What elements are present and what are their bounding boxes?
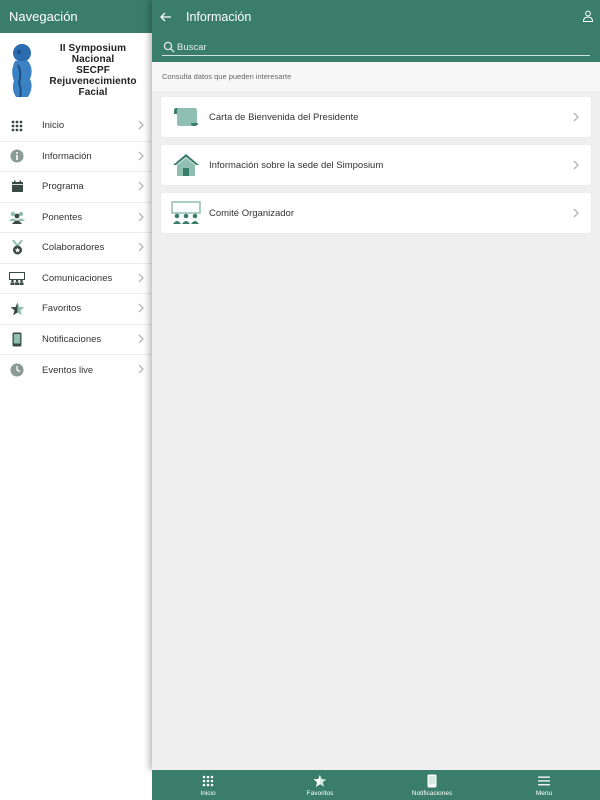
bottom-nav-label: Favoritos xyxy=(306,789,334,797)
hamburger-icon xyxy=(537,774,551,788)
star-icon xyxy=(313,774,327,788)
grid-icon xyxy=(9,118,25,134)
star-icon xyxy=(9,301,25,317)
user-icon[interactable] xyxy=(582,10,594,22)
bottom-nav-favoritos[interactable]: Favoritos xyxy=(264,770,376,800)
presentation-icon xyxy=(9,270,25,286)
chevron-right-icon xyxy=(138,242,144,252)
sidebar-item-label: Notificaciones xyxy=(42,333,102,345)
sidebar-item-label: Programa xyxy=(42,181,84,193)
chevron-right-icon xyxy=(573,208,579,218)
sidebar-item-colaboradores[interactable]: Colaboradores xyxy=(0,233,152,264)
logo-line-1: II Symposium Nacional xyxy=(59,43,127,65)
card-comite-organizador[interactable]: Comité Organizador xyxy=(161,193,591,233)
chevron-right-icon xyxy=(573,160,579,170)
chevron-right-icon xyxy=(138,151,144,160)
chevron-right-icon xyxy=(138,181,144,191)
search-icon xyxy=(163,41,175,53)
chevron-right-icon xyxy=(138,334,144,343)
sidebar-item-ponentes[interactable]: Ponentes xyxy=(0,203,152,233)
chevron-right-icon xyxy=(138,212,144,221)
sidebar-item-comunicaciones[interactable]: Comunicaciones xyxy=(0,264,152,294)
search-bar xyxy=(162,39,590,56)
chevron-right-icon xyxy=(138,273,144,282)
sidebar-item-label: Ponentes xyxy=(42,211,83,223)
sidebar: Navegación II Symposium Nacional SECPF R… xyxy=(0,0,152,800)
bottom-nav-notificaciones[interactable]: Notificaciones xyxy=(376,770,488,800)
bottom-nav-menu[interactable]: Menu xyxy=(488,770,600,800)
info-card-list: Carta de Bienvenida del Presidente Infor… xyxy=(152,91,600,233)
chevron-right-icon xyxy=(138,303,144,313)
symposium-logo: II Symposium Nacional SECPF Rejuvenecimi… xyxy=(0,33,152,109)
bottom-nav-label: Inicio xyxy=(200,789,216,797)
bottom-nav-inicio[interactable]: Inicio xyxy=(152,770,264,800)
search-input[interactable] xyxy=(177,41,577,53)
card-label: Carta de Bienvenida del Presidente xyxy=(209,111,359,123)
logo-line-3: Rejuvenecimiento xyxy=(49,76,137,87)
people-icon xyxy=(9,209,25,225)
page-title: Información xyxy=(186,10,252,24)
chevron-right-icon xyxy=(138,364,144,374)
card-carta-bienvenida[interactable]: Carta de Bienvenida del Presidente xyxy=(161,97,591,137)
sidebar-item-label: Inicio xyxy=(42,120,65,132)
calendar-icon xyxy=(9,179,25,195)
sidebar-item-label: Información xyxy=(42,150,92,162)
main-panel: Información Consulta datos que pueden in… xyxy=(152,0,600,770)
scroll-icon xyxy=(171,104,201,130)
chevron-right-icon xyxy=(573,112,579,122)
card-sede-simposium[interactable]: Información sobre la sede del Simposium xyxy=(161,145,591,185)
sidebar-title: Navegación xyxy=(9,9,78,24)
logo-line-2: SECPF xyxy=(76,65,110,76)
grid-icon xyxy=(201,774,215,788)
section-subtitle: Consulta datos que pueden interesarte xyxy=(152,62,600,91)
medal-icon xyxy=(9,240,25,256)
phone-icon xyxy=(425,774,439,788)
committee-icon xyxy=(171,200,201,226)
sidebar-item-label: Favoritos xyxy=(42,303,82,315)
top-bar: Información xyxy=(152,0,600,62)
chevron-right-icon xyxy=(138,120,144,130)
sidebar-item-informacion[interactable]: Información xyxy=(0,142,152,172)
sidebar-item-label: Eventos live xyxy=(42,364,94,376)
clock-icon xyxy=(9,362,25,378)
sidebar-item-programa[interactable]: Programa xyxy=(0,172,152,203)
phone-icon xyxy=(9,331,25,347)
logo-figure-icon xyxy=(12,44,32,98)
sidebar-item-notificaciones[interactable]: Notificaciones xyxy=(0,325,152,355)
back-arrow-icon[interactable] xyxy=(159,10,173,24)
card-label: Información sobre la sede del Simposium xyxy=(209,159,384,171)
logo-line-4: Facial xyxy=(78,87,108,98)
card-label: Comité Organizador xyxy=(209,207,295,219)
sidebar-item-label: Comunicaciones xyxy=(42,272,113,284)
bottom-nav: Inicio Favoritos Notificaciones Menu xyxy=(152,770,600,800)
bottom-nav-label: Notificaciones xyxy=(411,789,453,797)
sidebar-header: Navegación xyxy=(0,0,152,33)
sidebar-item-label: Colaboradores xyxy=(42,242,105,254)
sidebar-item-inicio[interactable]: Inicio xyxy=(0,111,152,142)
sidebar-item-eventos-live[interactable]: Eventos live xyxy=(0,355,152,386)
sidebar-item-favoritos[interactable]: Favoritos xyxy=(0,294,152,325)
bottom-nav-label: Menu xyxy=(535,789,553,797)
sidebar-nav: Inicio Información Programa Ponentes Col… xyxy=(0,111,152,386)
logo-text: II Symposium Nacional SECPF Rejuvenecimi… xyxy=(38,41,148,98)
info-icon xyxy=(9,148,25,164)
house-icon xyxy=(171,152,201,178)
